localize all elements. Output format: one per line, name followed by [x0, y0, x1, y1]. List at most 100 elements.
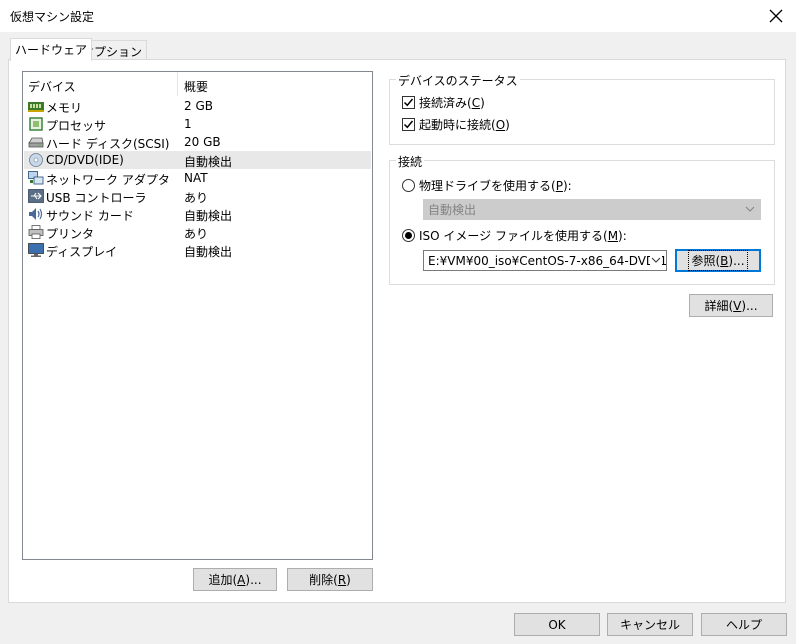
physical-drive-radio[interactable]: 物理ドライブを使用する(P): — [402, 177, 572, 194]
device-row-hard-disk[interactable]: ハード ディスク(SCSI) 20 GB — [24, 133, 371, 151]
remove-button-label: 削除( — [309, 573, 338, 587]
iso-image-tail: ): — [618, 228, 627, 243]
device-name: ハード ディスク(SCSI) — [46, 137, 170, 151]
usb-icon — [28, 189, 44, 203]
iso-image-radio[interactable]: ISO イメージ ファイルを使用する(M): — [402, 227, 627, 244]
printer-icon — [28, 225, 44, 239]
device-summary: あり — [184, 227, 209, 241]
iso-path-combobox[interactable]: E:¥VM¥00_iso¥CentOS-7-x86_64-DVD-1 — [423, 250, 667, 271]
device-row-display[interactable]: ディスプレイ 自動検出 — [24, 241, 371, 259]
device-summary: 自動検出 — [184, 209, 233, 223]
device-row-memory[interactable]: メモリ 2 GB — [24, 97, 371, 115]
add-button[interactable]: 追加(A)... — [193, 568, 277, 591]
connect-at-power-on-checkbox-box[interactable] — [402, 118, 415, 131]
device-name: メモリ — [46, 101, 83, 115]
browse-button-label: 参照( — [691, 254, 721, 268]
help-button-label: ヘルプ — [725, 618, 762, 632]
column-header-summary[interactable]: 概要 — [184, 78, 208, 95]
connection-group: 接続 物理ドライブを使用する(P): 自動検出 ISO イメージ ファイルを使用… — [389, 153, 775, 285]
chevron-down-icon — [745, 206, 755, 212]
memory-icon — [28, 102, 44, 112]
network-adapter-icon — [28, 171, 44, 185]
physical-drive-radio-circle[interactable] — [402, 179, 415, 192]
tab-hardware-label: ハードウェア — [15, 43, 88, 57]
display-icon — [28, 243, 44, 257]
device-name: プロセッサ — [46, 119, 107, 133]
advanced-button-tail: )... — [741, 298, 758, 313]
device-row-printer[interactable]: プリンタ あり — [24, 223, 371, 241]
device-status-title: デバイスのステータス — [396, 72, 520, 89]
iso-image-radio-circle[interactable] — [402, 229, 415, 242]
device-list-header: デバイス 概要 — [23, 72, 372, 96]
connected-accesskey: C — [471, 95, 481, 110]
iso-image-label: ISO イメージ ファイルを使用する( — [419, 229, 608, 243]
device-summary: 1 — [184, 117, 192, 131]
device-status-group: デバイスのステータス 接続済み(C) 起動時に接続(O) — [389, 72, 775, 145]
cancel-button[interactable]: キャンセル — [607, 613, 693, 636]
device-summary: 20 GB — [184, 135, 221, 149]
close-button[interactable] — [756, 0, 796, 32]
close-icon — [769, 9, 783, 23]
connected-tail: ) — [480, 95, 485, 110]
connected-checkbox[interactable]: 接続済み(C) — [402, 94, 485, 111]
advanced-button-label: 詳細( — [704, 299, 734, 313]
checkmark-icon — [403, 120, 414, 129]
device-summary: 自動検出 — [184, 155, 233, 169]
hard-disk-icon — [28, 137, 44, 148]
tab-hardware[interactable]: ハードウェア — [10, 38, 93, 61]
cd-dvd-icon — [29, 153, 43, 167]
cancel-button-label: キャンセル — [619, 618, 680, 632]
add-button-accesskey: A — [237, 572, 246, 587]
device-summary: 自動検出 — [184, 245, 233, 259]
physical-drive-value: 自動検出 — [428, 203, 477, 217]
processor-icon — [29, 117, 43, 131]
remove-button-tail: ) — [346, 572, 351, 587]
physical-drive-select[interactable]: 自動検出 — [423, 199, 761, 220]
title-bar: 仮想マシン設定 — [0, 0, 796, 32]
add-button-tail: )... — [245, 572, 262, 587]
physical-drive-tail: ): — [562, 178, 572, 193]
add-button-label: 追加( — [208, 573, 238, 587]
device-name: ディスプレイ — [46, 245, 118, 259]
connected-checkbox-box[interactable] — [402, 96, 415, 109]
device-name: USB コントローラ — [46, 191, 147, 205]
ok-button[interactable]: OK — [514, 613, 600, 636]
device-name: サウンド カード — [46, 209, 134, 223]
physical-drive-label: 物理ドライブを使用する( — [419, 179, 556, 193]
device-row-sound-card[interactable]: サウンド カード 自動検出 — [24, 205, 371, 223]
remove-button-accesskey: R — [337, 572, 347, 587]
device-list[interactable]: デバイス 概要 メモリ 2 GB プロセッサ 1 ハード ディスク(SCSI) … — [22, 71, 373, 560]
device-name: CD/DVD(IDE) — [46, 153, 124, 167]
checkmark-icon — [403, 98, 414, 107]
connect-at-power-on-tail: ) — [505, 117, 510, 132]
connected-label: 接続済み( — [419, 96, 472, 110]
iso-path-value: E:¥VM¥00_iso¥CentOS-7-x86_64-DVD-1 — [428, 253, 667, 268]
sound-card-icon — [29, 208, 43, 220]
browse-button-tail: )... — [728, 254, 745, 268]
ok-button-label: OK — [548, 617, 566, 632]
device-name: プリンタ — [46, 227, 95, 241]
device-row-usb[interactable]: USB コントローラ あり — [24, 187, 371, 205]
window-title: 仮想マシン設定 — [10, 10, 95, 24]
device-summary: 2 GB — [184, 99, 213, 113]
device-row-network-adapter[interactable]: ネットワーク アダプタ NAT — [24, 169, 371, 187]
device-row-processor[interactable]: プロセッサ 1 — [24, 115, 371, 133]
remove-button[interactable]: 削除(R) — [287, 568, 373, 591]
connect-at-power-on-accesskey: O — [495, 117, 506, 132]
connect-at-power-on-label: 起動時に接続( — [419, 118, 496, 132]
advanced-button[interactable]: 詳細(V)... — [689, 294, 773, 317]
device-summary: あり — [184, 191, 209, 205]
iso-image-accesskey: M — [607, 228, 619, 243]
physical-drive-accesskey: P — [555, 178, 563, 193]
connect-at-power-on-checkbox[interactable]: 起動時に接続(O) — [402, 116, 510, 133]
browse-button[interactable]: 参照(B)... — [675, 249, 761, 272]
tab-panel-hardware: デバイス 概要 メモリ 2 GB プロセッサ 1 ハード ディスク(SCSI) … — [8, 59, 786, 603]
connection-title: 接続 — [396, 153, 425, 170]
help-button[interactable]: ヘルプ — [701, 613, 787, 636]
column-separator[interactable] — [177, 72, 178, 96]
column-header-device[interactable]: デバイス — [28, 78, 76, 95]
device-row-cd-dvd[interactable]: CD/DVD(IDE) 自動検出 — [24, 151, 371, 169]
chevron-down-icon — [650, 254, 662, 266]
advanced-button-accesskey: V — [733, 298, 742, 313]
device-summary: NAT — [184, 171, 208, 185]
